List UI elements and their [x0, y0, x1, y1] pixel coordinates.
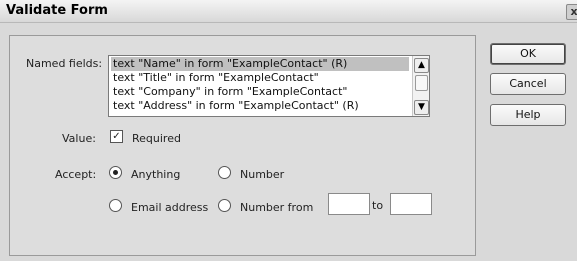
scroll-down-icon[interactable]: ▼ — [414, 100, 429, 115]
list-scrollbar[interactable]: ▲ ▼ — [412, 56, 429, 116]
accept-email-radio[interactable] — [109, 199, 122, 212]
accept-number-from-label: Number from — [240, 201, 314, 214]
title-bar: Validate Form x — [0, 0, 577, 23]
accept-number-label: Number — [240, 168, 285, 181]
accept-anything-label: Anything — [131, 168, 181, 181]
dialog-title: Validate Form — [6, 3, 108, 18]
number-to-input[interactable] — [390, 193, 432, 215]
close-icon[interactable]: x — [566, 4, 577, 20]
to-label: to — [372, 199, 384, 212]
scroll-up-icon[interactable]: ▲ — [414, 58, 429, 73]
help-button[interactable]: Help — [490, 104, 566, 126]
required-label: Required — [132, 132, 181, 145]
list-item[interactable]: text "Name" in form "ExampleContact" (R) — [111, 57, 409, 71]
list-item[interactable]: text "Company" in form "ExampleContact" — [111, 85, 409, 99]
named-fields-list[interactable]: text "Name" in form "ExampleContact" (R)… — [108, 55, 430, 117]
scroll-thumb[interactable] — [415, 75, 428, 91]
required-checkbox[interactable]: ✓ — [110, 130, 123, 143]
ok-button[interactable]: OK — [490, 43, 566, 65]
list-item[interactable]: text "Address" in form "ExampleContact" … — [111, 99, 409, 113]
number-from-input[interactable] — [328, 193, 370, 215]
accept-number-radio[interactable] — [218, 166, 231, 179]
named-fields-label: Named fields: — [26, 57, 103, 70]
accept-email-label: Email address — [131, 201, 209, 214]
value-label: Value: — [62, 132, 96, 145]
list-item[interactable]: text "Title" in form "ExampleContact" — [111, 71, 409, 85]
cancel-button[interactable]: Cancel — [490, 73, 566, 95]
accept-anything-radio[interactable] — [109, 166, 122, 179]
accept-number-from-radio[interactable] — [218, 199, 231, 212]
accept-label: Accept: — [55, 168, 97, 181]
